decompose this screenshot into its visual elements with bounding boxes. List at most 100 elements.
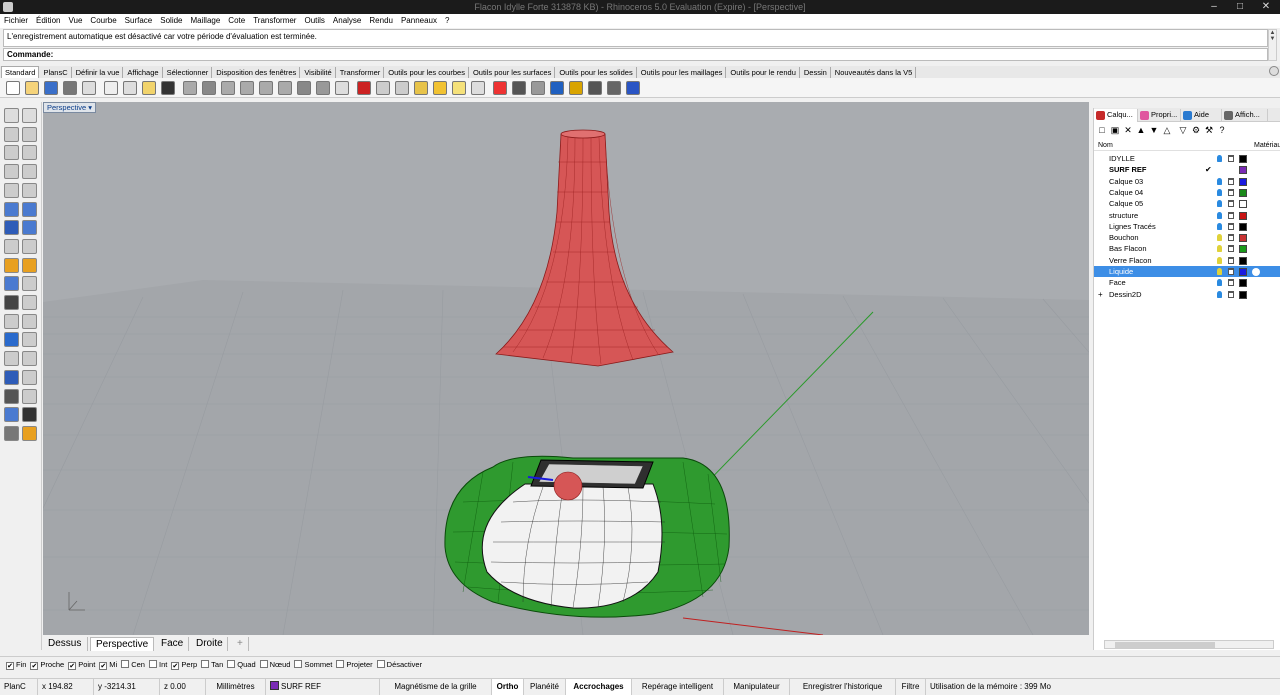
fillet-icon[interactable] — [4, 257, 19, 273]
lock-icon[interactable] — [1228, 268, 1234, 275]
help-icon[interactable]: ? — [1217, 125, 1227, 135]
cylinder-icon[interactable] — [4, 238, 19, 254]
viewport-canvas[interactable] — [43, 102, 1089, 635]
layer-color-swatch[interactable] — [1239, 166, 1247, 175]
osnap-9[interactable]: Nœud — [259, 657, 290, 673]
lock-icon[interactable] — [1228, 245, 1234, 253]
command-prompt[interactable]: Commande: — [3, 48, 1268, 61]
panel-tab-2[interactable]: Aide — [1181, 109, 1222, 122]
color-icon[interactable] — [493, 81, 507, 95]
move-icon[interactable] — [22, 295, 37, 310]
undo-view-icon[interactable] — [297, 81, 311, 95]
render-icon[interactable] — [512, 81, 526, 95]
scrollbar-thumb[interactable] — [1115, 642, 1215, 648]
close-icon[interactable]: ✕ — [1254, 0, 1278, 14]
lightbulb-icon[interactable] — [1217, 290, 1222, 298]
dimension-icon[interactable] — [22, 332, 37, 348]
properties-icon[interactable] — [471, 81, 485, 95]
lightbulb-icon[interactable] — [1217, 234, 1222, 242]
circle-icon[interactable] — [4, 145, 19, 161]
settings-icon[interactable] — [588, 81, 602, 95]
snap-icon[interactable] — [607, 81, 621, 95]
layer-color-swatch[interactable] — [1239, 222, 1247, 231]
curve-icon[interactable] — [22, 126, 37, 142]
lock-icon[interactable] — [1228, 177, 1234, 185]
menu-item-2[interactable]: Vue — [64, 14, 86, 28]
osnap-4[interactable]: Cen — [121, 657, 145, 673]
menu-item-1[interactable]: Édition — [32, 14, 64, 28]
layer-color-swatch[interactable] — [1239, 245, 1247, 254]
split-icon[interactable] — [22, 276, 37, 292]
help-icon[interactable] — [626, 81, 640, 95]
units-indicator[interactable]: Millimètres — [206, 679, 266, 695]
menu-item-12[interactable]: Panneaux — [397, 14, 441, 28]
osnap-checkbox[interactable] — [336, 660, 345, 668]
history-scrollbar[interactable]: ▲ ▼ — [1268, 29, 1277, 61]
text-icon[interactable] — [4, 332, 19, 348]
layer-row[interactable]: SURF REF ✔ — [1094, 164, 1280, 175]
arc-icon[interactable] — [22, 145, 37, 161]
polyline-icon[interactable] — [4, 126, 19, 142]
osnap-5[interactable]: Int — [148, 657, 167, 673]
ortho-toggle[interactable]: Ortho — [492, 679, 524, 695]
cplane-indicator[interactable]: PlanC — [0, 679, 38, 695]
layer-color-swatch[interactable] — [1239, 155, 1247, 163]
filter-toggle[interactable]: Filtre — [896, 679, 926, 695]
zoom-icon[interactable] — [278, 81, 292, 95]
new-file-icon[interactable] — [6, 81, 20, 95]
menu-item-3[interactable]: Courbe — [86, 14, 120, 28]
lock-icon[interactable] — [414, 81, 428, 95]
check-icon[interactable] — [22, 407, 37, 423]
osnap-checkbox[interactable]: ✔ — [6, 662, 14, 670]
layer-settings-icon[interactable]: ⚙ — [1191, 125, 1201, 135]
osnap-2[interactable]: ✔ Point — [68, 657, 95, 673]
menu-item-9[interactable]: Outils — [300, 14, 328, 28]
current-layer-indicator[interactable]: SURF REF — [266, 679, 380, 695]
lightning-icon[interactable] — [569, 81, 583, 95]
menu-item-11[interactable]: Rendu — [365, 14, 397, 28]
import-icon[interactable] — [82, 81, 96, 95]
ellipse-icon[interactable] — [4, 182, 19, 198]
move-down-icon[interactable]: ▼ — [1149, 125, 1159, 135]
layer-row[interactable]: Bas Flacon — [1094, 243, 1280, 254]
layer-row[interactable]: Liquide — [1094, 266, 1280, 277]
layer-row[interactable]: Verre Flacon — [1094, 255, 1280, 266]
menu-item-4[interactable]: Surface — [121, 14, 157, 28]
osnap-checkbox[interactable] — [227, 660, 236, 668]
layer-color-swatch[interactable] — [1239, 256, 1247, 265]
perspective-viewport[interactable]: Perspective ▾ — [43, 102, 1089, 635]
layer-list-scrollbar[interactable] — [1104, 640, 1274, 649]
lightbulb-icon[interactable] — [1217, 211, 1222, 219]
osnap-checkbox[interactable] — [148, 660, 157, 668]
osnap-6[interactable]: ✔ Perp — [171, 657, 197, 673]
layer-row[interactable]: IDYLLE — [1094, 153, 1280, 164]
menu-item-8[interactable]: Transformer — [249, 14, 300, 28]
lock-icon[interactable] — [1228, 256, 1234, 264]
lock-icon[interactable] — [1228, 290, 1234, 298]
maximize-icon[interactable]: □ — [1228, 0, 1252, 14]
osnap-3[interactable]: ✔ Mi — [99, 657, 117, 673]
osnap-checkbox[interactable]: ✔ — [68, 662, 77, 670]
filter-icon[interactable]: ▽ — [1178, 125, 1188, 135]
solid-union-icon[interactable] — [22, 220, 37, 236]
menu-item-7[interactable]: Cote — [224, 14, 249, 28]
zoom-window-icon[interactable] — [221, 81, 235, 95]
material-icon[interactable] — [531, 81, 545, 95]
lightbulb-icon[interactable] — [1217, 188, 1222, 196]
mirror-icon[interactable] — [22, 388, 37, 404]
paste-icon[interactable] — [142, 81, 156, 95]
four-views-icon[interactable] — [316, 81, 330, 95]
osnap-checkbox[interactable]: ✔ — [171, 662, 180, 670]
print-icon[interactable] — [63, 81, 77, 95]
zoom-extents-icon[interactable] — [240, 81, 254, 95]
surface-icon[interactable] — [4, 201, 19, 217]
lightbulb-icon[interactable] — [1217, 268, 1222, 275]
toolbar-tab-0[interactable]: Standard — [1, 66, 40, 78]
osnap-checkbox[interactable] — [121, 660, 130, 668]
car-icon[interactable] — [357, 81, 371, 95]
expand-icon[interactable]: + — [1098, 289, 1103, 300]
osnap-checkbox[interactable] — [201, 660, 210, 668]
lightbulb-icon[interactable] — [452, 81, 466, 95]
explode-icon[interactable] — [22, 257, 37, 273]
cut-icon[interactable] — [104, 81, 118, 95]
